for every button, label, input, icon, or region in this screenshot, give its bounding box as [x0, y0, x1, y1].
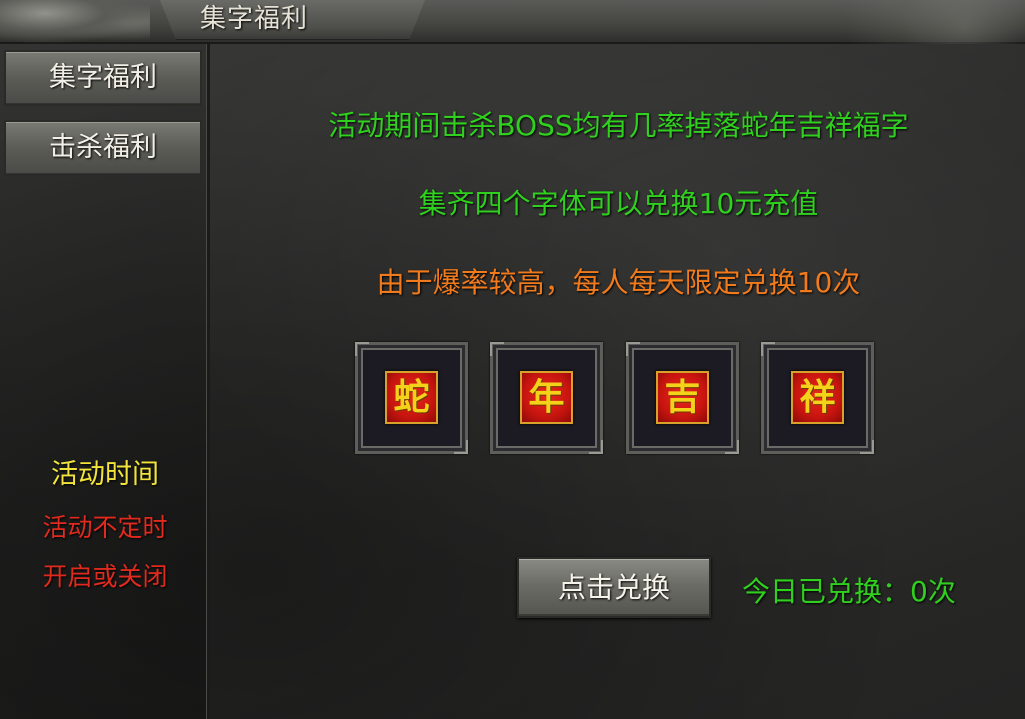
event-time-label: 活动时间 — [51, 459, 159, 490]
fortune-tile-lucky: 吉 — [656, 371, 709, 424]
item-slot-year[interactable]: 年 — [490, 342, 603, 454]
dragon-ornament-icon — [0, 0, 150, 44]
event-limit-notice: 由于爆率较高，每人每天限定兑换10次 — [376, 266, 861, 299]
sidebar-item-collect-words[interactable]: 集字福利 — [4, 50, 202, 106]
fortune-tile-year: 年 — [520, 371, 573, 424]
exchanged-today-count: 今日已兑换：0次 — [742, 575, 956, 608]
event-time-note-2: 开启或关闭 — [42, 562, 168, 591]
fortune-tile-auspicious: 祥 — [791, 371, 844, 424]
item-slot-auspicious[interactable]: 祥 — [761, 342, 874, 454]
title-bar: 集字福利 — [0, 0, 1025, 44]
item-slot-snake[interactable]: 蛇 — [355, 342, 468, 454]
event-description-2: 集齐四个字体可以兑换10元充值 — [418, 187, 819, 220]
fortune-tile-snake: 蛇 — [385, 371, 438, 424]
item-slot-lucky[interactable]: 吉 — [626, 342, 739, 454]
exchange-button[interactable]: 点击兑换 — [517, 557, 711, 618]
event-time-note-1: 活动不定时 — [42, 513, 168, 542]
cloud-ornament-icon — [825, 0, 1025, 44]
welfare-panel: 集字福利 集字福利 击杀福利 活动时间 活动不定时 开启或关闭 活动期间击杀BO… — [0, 0, 1025, 719]
sidebar: 集字福利 击杀福利 — [0, 44, 210, 719]
event-description-1: 活动期间击杀BOSS均有几率掉落蛇年吉祥福字 — [328, 109, 909, 142]
panel-title: 集字福利 — [200, 4, 309, 34]
sidebar-item-kill-welfare[interactable]: 击杀福利 — [4, 120, 202, 176]
